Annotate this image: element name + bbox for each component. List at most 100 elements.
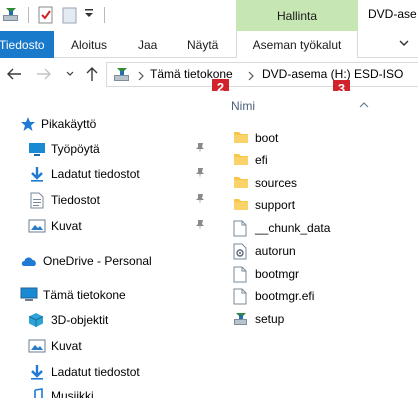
folder-icon — [233, 197, 249, 214]
music-note-icon — [30, 388, 44, 398]
drive-icon — [113, 66, 131, 87]
file-row-boot[interactable]: boot — [214, 127, 418, 149]
expand-ribbon-icon[interactable] — [398, 37, 410, 52]
nav-item-downloads-pc[interactable]: Ladatut tiedostot — [0, 361, 214, 383]
tab-home[interactable]: Aloitus — [71, 31, 107, 58]
new-folder-icon[interactable] — [62, 6, 78, 27]
tab-drive-tools[interactable]: Aseman työkalut — [236, 31, 358, 58]
tab-file[interactable]: Tiedosto — [0, 31, 54, 58]
nav-item-label: Työpöytä — [51, 142, 100, 156]
cloud-icon — [20, 255, 38, 270]
file-row-support[interactable]: support — [214, 194, 418, 216]
breadcrumb-dvd-drive[interactable]: DVD-asema (H:) ESD-ISO — [262, 67, 403, 81]
navigation-bar: Tämä tietokone DVD-asema (H:) ESD-ISO — [0, 58, 418, 91]
file-name: support — [255, 198, 296, 212]
tab-label: Jaa — [138, 37, 158, 52]
file-list: Nimi boot efi sources support __chunk_da… — [214, 91, 418, 398]
download-arrow-icon — [30, 364, 44, 383]
blank-file-icon — [233, 266, 247, 286]
file-name: boot — [255, 131, 279, 145]
file-name: setup — [255, 312, 285, 326]
pin-icon[interactable] — [195, 219, 205, 234]
file-name: bootmgr.efi — [255, 289, 315, 303]
window-title: DVD-ase — [368, 7, 417, 21]
file-name: efi — [255, 153, 268, 167]
nav-item-label: Pikakäyttö — [41, 117, 97, 131]
title-bar: Hallinta DVD-ase — [0, 0, 418, 31]
setup-icon — [233, 311, 249, 330]
breadcrumb-arrow-icon[interactable] — [137, 70, 145, 84]
recent-locations-chevron-icon[interactable] — [62, 66, 78, 82]
pin-icon[interactable] — [195, 142, 205, 157]
nav-item-label: OneDrive - Personal — [43, 254, 152, 268]
nav-item-label: Tämä tietokone — [43, 288, 126, 302]
nav-item-downloads[interactable]: Ladatut tiedostot — [0, 163, 214, 185]
file-row-setup[interactable]: setup — [214, 308, 418, 330]
column-header-name[interactable]: Nimi — [231, 99, 255, 113]
document-icon — [30, 192, 44, 212]
nav-item-this-pc[interactable]: Tämä tietokone — [0, 284, 214, 306]
nav-item-pictures-pc[interactable]: Kuvat — [0, 335, 214, 357]
sort-ascending-icon[interactable] — [359, 98, 369, 112]
up-arrow-icon[interactable] — [84, 66, 100, 82]
tab-view[interactable]: Näytä — [187, 31, 218, 58]
nav-item-label: Ladatut tiedostot — [51, 167, 140, 181]
file-name: sources — [255, 176, 298, 190]
pin-icon[interactable] — [195, 167, 205, 182]
nav-item-onedrive[interactable]: OneDrive - Personal — [0, 250, 214, 272]
nav-item-music[interactable]: Musiikki — [0, 385, 214, 398]
nav-item-label: Ladatut tiedostot — [51, 365, 140, 379]
nav-item-documents[interactable]: Tiedostot — [0, 189, 214, 211]
nav-item-3d-objects[interactable]: 3D-objektit — [0, 309, 214, 331]
file-name: autorun — [255, 244, 296, 258]
settings-file-icon — [233, 243, 247, 263]
nav-item-label: 3D-objektit — [51, 313, 109, 327]
file-name: bootmgr — [255, 267, 300, 281]
tab-share[interactable]: Jaa — [138, 31, 157, 58]
file-row-sources[interactable]: sources — [214, 172, 418, 194]
pictures-icon — [28, 338, 46, 357]
ribbon-tab-bar: Tiedosto Aloitus Jaa Näytä Aseman työkal… — [0, 31, 418, 58]
tab-label: Tiedosto — [0, 37, 45, 52]
drive-icon[interactable] — [2, 6, 20, 27]
nav-item-label: Musiikki — [51, 389, 94, 398]
tab-label: Näytä — [187, 37, 219, 52]
nav-item-desktop[interactable]: Työpöytä — [0, 138, 214, 160]
folder-icon — [233, 130, 249, 147]
3d-objects-icon — [28, 312, 44, 331]
separator — [104, 7, 105, 23]
file-row-chunk-data[interactable]: __chunk_data — [214, 217, 418, 239]
forward-arrow-icon[interactable] — [36, 66, 52, 82]
folder-icon — [233, 152, 249, 169]
pin-icon[interactable] — [195, 193, 205, 208]
nav-item-pictures[interactable]: Kuvat — [0, 215, 214, 237]
file-row-efi[interactable]: efi — [214, 149, 418, 171]
contextual-group-manage: Hallinta — [236, 0, 358, 31]
address-bar[interactable]: Tämä tietokone DVD-asema (H:) ESD-ISO — [106, 62, 418, 87]
tab-label: Aseman työkalut — [252, 37, 342, 52]
star-icon — [20, 116, 36, 135]
nav-item-label: Kuvat — [51, 219, 82, 233]
blank-file-icon — [233, 288, 247, 308]
download-arrow-icon — [30, 166, 44, 185]
file-name: __chunk_data — [255, 221, 331, 235]
computer-icon — [20, 287, 38, 306]
blank-file-icon — [233, 220, 247, 240]
file-row-bootmgr[interactable]: bootmgr — [214, 263, 418, 285]
properties-icon[interactable] — [38, 6, 54, 27]
nav-item-quick-access[interactable]: Pikakäyttö — [0, 113, 214, 135]
nav-item-label: Tiedostot — [51, 193, 100, 207]
nav-item-label: Kuvat — [51, 339, 82, 353]
contextual-group-label: Hallinta — [276, 8, 318, 23]
customize-quick-access-icon[interactable] — [84, 8, 94, 23]
breadcrumb-arrow-icon[interactable] — [247, 70, 255, 84]
file-row-autorun[interactable]: autorun — [214, 240, 418, 262]
separator — [28, 7, 29, 23]
file-row-bootmgr-efi[interactable]: bootmgr.efi — [214, 285, 418, 307]
desktop-icon — [28, 141, 46, 160]
pictures-icon — [28, 218, 46, 237]
tab-label: Aloitus — [71, 37, 108, 52]
navigation-pane: Pikakäyttö Työpöytä Ladatut tiedostot Ti… — [0, 91, 214, 398]
folder-icon — [233, 175, 249, 192]
back-arrow-icon[interactable] — [6, 66, 22, 82]
